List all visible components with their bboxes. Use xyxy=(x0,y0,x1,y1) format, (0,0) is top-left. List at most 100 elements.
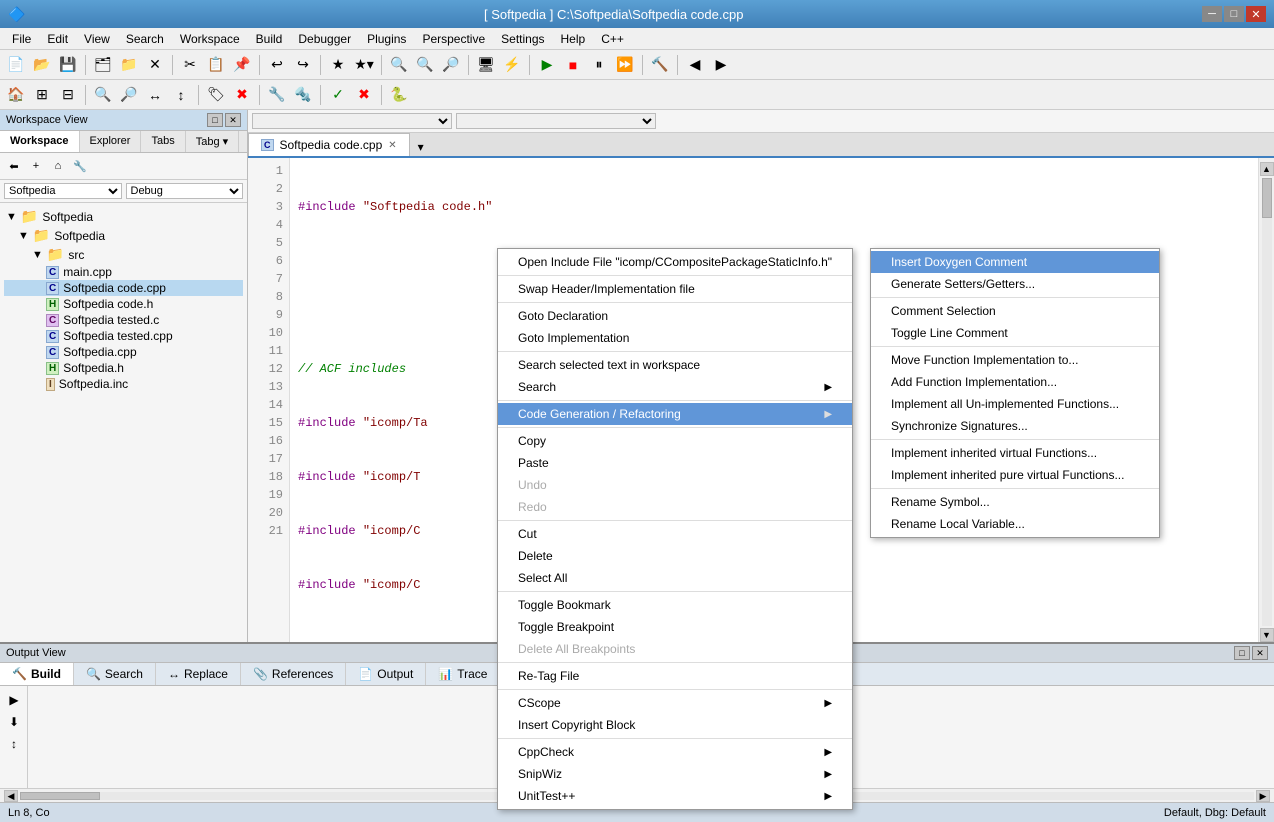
ctx-goto-declaration[interactable]: Goto Declaration xyxy=(498,305,852,327)
menu-debugger[interactable]: Debugger xyxy=(290,30,359,48)
tree-softpedia[interactable]: ▼ 📁 Softpedia xyxy=(4,226,243,245)
tab-tabs[interactable]: Tabs xyxy=(141,131,185,152)
menu-settings[interactable]: Settings xyxy=(493,30,552,48)
close-button[interactable]: ✕ xyxy=(1246,6,1266,22)
undo-button[interactable]: ↩ xyxy=(265,53,289,77)
view2-btn[interactable]: ⊟ xyxy=(56,83,80,107)
tab-close-btn[interactable]: ✕ xyxy=(388,140,396,151)
sub-insert-doxygen[interactable]: Insert Doxygen Comment xyxy=(871,251,1159,273)
ws-home-btn[interactable]: ⬅ xyxy=(4,156,24,176)
fit-btn[interactable]: ↔ xyxy=(143,83,167,107)
tag-btn[interactable]: 🏷 xyxy=(204,83,228,107)
stop-tag-btn[interactable]: ✖ xyxy=(230,83,254,107)
panel-restore-btn[interactable]: □ xyxy=(207,113,223,127)
tree-softpedia-code-h[interactable]: H Softpedia code.h xyxy=(4,296,243,312)
save-file-button[interactable]: 💾 xyxy=(56,53,80,77)
workspace-btn[interactable]: 🏠 xyxy=(4,83,28,107)
stop-button[interactable]: ■ xyxy=(561,53,585,77)
sub-toggle-line-comment[interactable]: Toggle Line Comment xyxy=(871,322,1159,344)
open-file-button[interactable]: 📂 xyxy=(30,53,54,77)
check-btn[interactable]: ✓ xyxy=(326,83,350,107)
plugin1-btn[interactable]: 🔧 xyxy=(265,83,289,107)
ctx-delete[interactable]: Delete xyxy=(498,545,852,567)
ctx-goto-impl[interactable]: Goto Implementation xyxy=(498,327,852,349)
hscroll-right-btn[interactable]: ▶ xyxy=(1256,790,1270,802)
ctx-code-gen[interactable]: Code Generation / Refactoring ▶ xyxy=(498,403,852,425)
ctx-search[interactable]: Search ▶ xyxy=(498,376,852,398)
output-tab-search[interactable]: 🔍 Search xyxy=(74,663,156,685)
view-btn[interactable]: ⊞ xyxy=(30,83,54,107)
hscroll-left-btn[interactable]: ◀ xyxy=(4,790,18,802)
sub-implement-pure-virtual[interactable]: Implement inherited pure virtual Functio… xyxy=(871,464,1159,486)
editor-context-dropdown[interactable] xyxy=(252,113,452,129)
hscroll-thumb[interactable] xyxy=(20,792,100,800)
output-icon-1[interactable]: ▶ xyxy=(4,690,24,710)
menu-file[interactable]: File xyxy=(4,30,39,48)
open-workspace-button[interactable]: 📁 xyxy=(117,53,141,77)
sub-comment-selection[interactable]: Comment Selection xyxy=(871,300,1159,322)
sub-move-function[interactable]: Move Function Implementation to... xyxy=(871,349,1159,371)
menu-build[interactable]: Build xyxy=(248,30,291,48)
redo-button[interactable]: ↪ xyxy=(291,53,315,77)
menu-edit[interactable]: Edit xyxy=(39,30,76,48)
new-file-button[interactable]: 📄 xyxy=(4,53,28,77)
tree-softpedia-cpp[interactable]: C Softpedia.cpp xyxy=(4,344,243,360)
ctx-cppcheck[interactable]: CppCheck ▶ xyxy=(498,741,852,763)
ctx-copy[interactable]: Copy xyxy=(498,430,852,452)
output-tab-output[interactable]: 📄 Output xyxy=(346,663,426,685)
close-button-2[interactable]: ✕ xyxy=(143,53,167,77)
sub-generate-setters[interactable]: Generate Setters/Getters... xyxy=(871,273,1159,295)
cut-button[interactable]: ✂ xyxy=(178,53,202,77)
output-icon-3[interactable]: ↕ xyxy=(4,734,24,754)
ws-add-btn[interactable]: + xyxy=(26,156,46,176)
tab-explorer[interactable]: Explorer xyxy=(80,131,142,152)
output-tab-build[interactable]: 🔨 Build xyxy=(0,663,74,685)
open-resource-button[interactable]: 🔎 xyxy=(439,53,463,77)
menu-workspace[interactable]: Workspace xyxy=(172,30,248,48)
scroll-up-btn[interactable]: ▲ xyxy=(1260,162,1274,176)
sub-sync-signatures[interactable]: Synchronize Signatures... xyxy=(871,415,1159,437)
tree-main-cpp[interactable]: C main.cpp xyxy=(4,264,243,280)
zoom-out-btn[interactable]: 🔎 xyxy=(117,83,141,107)
pause-button[interactable]: ⏸ xyxy=(587,53,611,77)
menu-plugins[interactable]: Plugins xyxy=(359,30,414,48)
ctx-search-selected[interactable]: Search selected text in workspace xyxy=(498,354,852,376)
panel-close-btn[interactable]: ✕ xyxy=(225,113,241,127)
maximize-button[interactable]: □ xyxy=(1224,6,1244,22)
scroll-down-btn[interactable]: ▼ xyxy=(1260,628,1274,642)
ctx-insert-copyright[interactable]: Insert Copyright Block xyxy=(498,714,852,736)
output-close-btn[interactable]: ✕ xyxy=(1252,646,1268,660)
compile-button[interactable]: ⚡ xyxy=(500,53,524,77)
output-tab-replace[interactable]: ↔ Replace xyxy=(156,663,241,685)
config-dropdown[interactable]: Debug xyxy=(126,183,244,199)
output-icon-2[interactable]: ⬇ xyxy=(4,712,24,732)
tab-workspace[interactable]: Workspace xyxy=(0,131,80,152)
zoom-in-btn[interactable]: 🔍 xyxy=(91,83,115,107)
output-tab-references[interactable]: 📎 References xyxy=(241,663,346,685)
ide-button[interactable]: 🖥 xyxy=(474,53,498,77)
ctx-cscope[interactable]: CScope ▶ xyxy=(498,692,852,714)
sub-rename-symbol[interactable]: Rename Symbol... xyxy=(871,491,1159,513)
sub-add-function[interactable]: Add Function Implementation... xyxy=(871,371,1159,393)
ctx-select-all[interactable]: Select All xyxy=(498,567,852,589)
tree-softpedia-h[interactable]: H Softpedia.h xyxy=(4,360,243,376)
output-tab-trace[interactable]: 📊 Trace xyxy=(426,663,500,685)
ws-up-btn[interactable]: ⌂ xyxy=(48,156,68,176)
editor-symbol-dropdown[interactable] xyxy=(456,113,656,129)
back-button[interactable]: ◀ xyxy=(683,53,707,77)
search-replace-button[interactable]: 🔍 xyxy=(413,53,437,77)
tree-softpedia-tested-c[interactable]: C Softpedia tested.c xyxy=(4,312,243,328)
python-btn[interactable]: 🐍 xyxy=(387,83,411,107)
menu-view[interactable]: View xyxy=(76,30,118,48)
ctx-retag[interactable]: Re-Tag File xyxy=(498,665,852,687)
tree-softpedia-code-cpp[interactable]: C Softpedia code.cpp xyxy=(4,280,243,296)
project-dropdown[interactable]: Softpedia xyxy=(4,183,122,199)
ctx-cut[interactable]: Cut xyxy=(498,523,852,545)
ctx-toggle-bookmark[interactable]: Toggle Bookmark xyxy=(498,594,852,616)
ctx-open-include[interactable]: Open Include File "icomp/CCompositePacka… xyxy=(498,251,852,273)
tab-tabg[interactable]: Tabg ▾ xyxy=(186,131,239,152)
menu-perspective[interactable]: Perspective xyxy=(414,30,493,48)
editor-tab-softpedia[interactable]: C Softpedia code.cpp ✕ xyxy=(248,133,410,156)
run-button[interactable]: ▶ xyxy=(535,53,559,77)
tree-src[interactable]: ▼ 📁 src xyxy=(4,245,243,264)
